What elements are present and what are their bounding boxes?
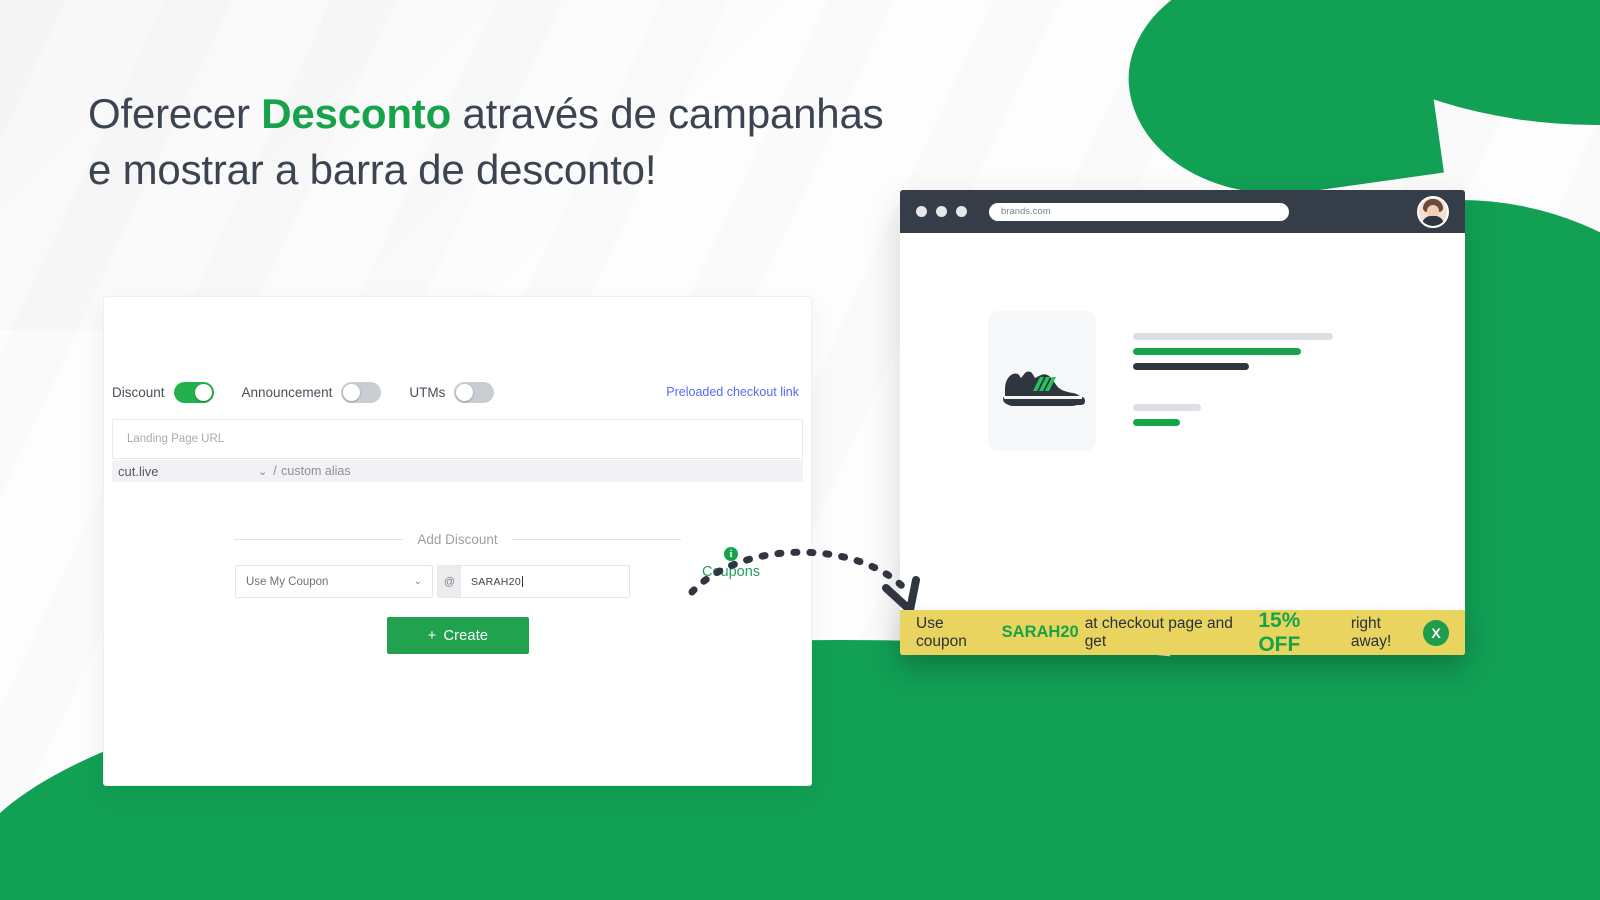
product-image xyxy=(988,311,1096,451)
placeholder-line xyxy=(1133,333,1333,340)
coupon-code-value: SARAH20 xyxy=(471,575,521,588)
browser-viewport xyxy=(900,233,1465,655)
chevron-down-icon[interactable]: ⌄ xyxy=(258,465,267,478)
placeholder-gap xyxy=(1133,378,1343,404)
placeholder-line xyxy=(1133,419,1180,426)
divider-line-left xyxy=(234,538,404,540)
announcement-switch[interactable] xyxy=(341,381,382,403)
toggle-announcement[interactable]: Announcement xyxy=(241,381,382,403)
toggle-discount[interactable]: Discount xyxy=(112,381,214,403)
toggle-announcement-label: Announcement xyxy=(241,384,333,400)
discount-bar: Use coupon SARAH20 at checkout page and … xyxy=(900,608,1465,656)
product-text-placeholders xyxy=(1133,333,1343,434)
text-cursor xyxy=(521,576,523,587)
plus-icon: + xyxy=(427,627,437,644)
toggle-utms[interactable]: UTMs xyxy=(409,381,495,403)
at-symbol-icon: @ xyxy=(438,566,461,597)
utms-switch[interactable] xyxy=(454,381,495,403)
create-button-label: Create xyxy=(443,627,489,644)
chevron-down-icon: ⌄ xyxy=(413,576,422,587)
avatar-body xyxy=(1422,215,1444,226)
create-button[interactable]: + Create xyxy=(387,617,529,654)
alias-row: cut.live ⌄ / custom alias xyxy=(112,460,803,482)
landing-page-url-placeholder: Landing Page URL xyxy=(127,433,225,445)
window-controls[interactable] xyxy=(916,206,967,217)
placeholder-line xyxy=(1133,363,1249,370)
placeholder-line xyxy=(1133,404,1201,411)
custom-alias-input[interactable]: custom alias xyxy=(281,464,350,478)
coupon-bar-code: SARAH20 xyxy=(1001,623,1079,641)
announcement-switch-knob xyxy=(343,383,361,401)
sneaker-icon xyxy=(1003,371,1085,406)
toggle-utms-label: UTMs xyxy=(409,384,446,400)
page-title: Oferecer Desconto através de campanhas e… xyxy=(88,86,1088,198)
landing-page-url-input[interactable]: Landing Page URL xyxy=(112,419,803,459)
headline-line1-post: através de campanhas xyxy=(451,90,884,137)
toggles-row: Discount Announcement UTMs Preloaded che… xyxy=(112,377,803,407)
coupon-type-select[interactable]: Use My Coupon ⌄ xyxy=(235,565,433,598)
coupon-code-field[interactable]: @ SARAH20 xyxy=(437,565,630,598)
coupon-row: Use My Coupon ⌄ @ SARAH20 xyxy=(235,565,685,598)
headline-line1-pre: Oferecer xyxy=(88,90,262,137)
toggle-discount-label: Discount xyxy=(112,384,165,400)
preloaded-checkout-link[interactable]: Preloaded checkout link xyxy=(666,385,803,399)
browser-title-bar: brands.com xyxy=(900,190,1465,233)
slide-canvas: Oferecer Desconto através de campanhas e… xyxy=(0,0,1600,900)
browser-mockup: brands.com xyxy=(900,190,1465,655)
coupon-code-input[interactable]: SARAH20 xyxy=(461,566,629,597)
alias-separator: / xyxy=(273,464,277,478)
utms-switch-knob xyxy=(456,383,474,401)
coupon-bar-discount: 15% OFF xyxy=(1258,608,1301,656)
coupon-type-value: Use My Coupon xyxy=(246,575,329,588)
headline-accent-word: Desconto xyxy=(261,90,452,137)
add-discount-divider: Add Discount xyxy=(234,531,682,547)
coupon-bar-text-after: right away! xyxy=(1350,614,1392,650)
add-discount-label: Add Discount xyxy=(417,531,498,547)
coupon-bar-text-before: Use coupon xyxy=(916,614,967,650)
discount-switch[interactable] xyxy=(173,381,214,403)
maximize-dot-icon[interactable] xyxy=(956,206,967,217)
close-dot-icon[interactable] xyxy=(916,206,927,217)
avatar[interactable] xyxy=(1417,195,1449,228)
placeholder-line xyxy=(1133,348,1301,355)
minimize-dot-icon[interactable] xyxy=(936,206,947,217)
alias-domain-select[interactable]: cut.live xyxy=(118,464,258,479)
close-icon[interactable]: X xyxy=(1423,619,1449,646)
divider-line-right xyxy=(511,538,682,540)
coupon-bar-text-middle: at checkout page and get xyxy=(1084,614,1233,650)
discount-switch-knob xyxy=(194,383,212,401)
address-bar[interactable]: brands.com xyxy=(989,202,1289,221)
headline-line2: e mostrar a barra de desconto! xyxy=(88,145,657,193)
